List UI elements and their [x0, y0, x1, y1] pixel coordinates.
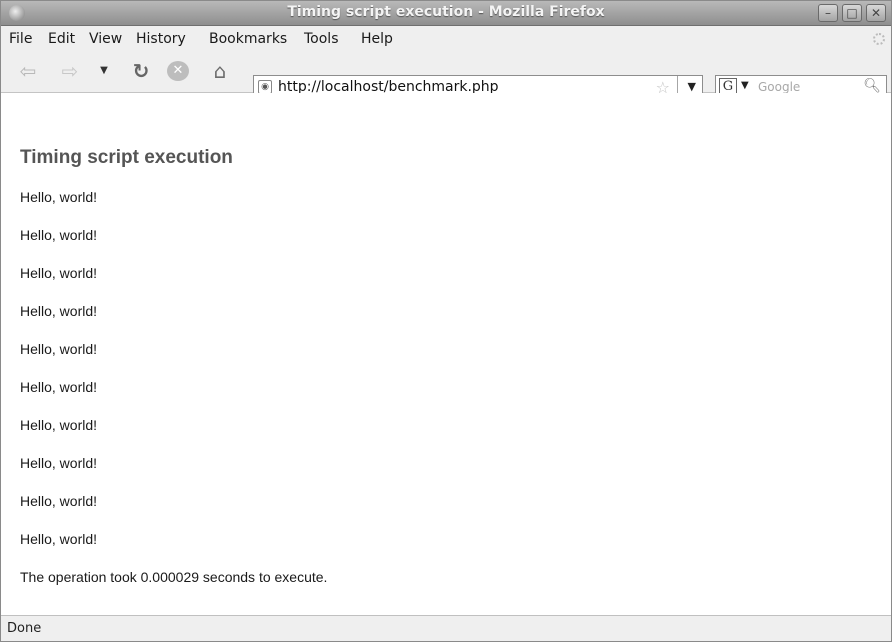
back-button[interactable]: ⇦: [15, 60, 41, 82]
hello-line: Hello, world!: [20, 341, 98, 357]
history-dropdown-button[interactable]: ▼: [97, 60, 111, 82]
hello-line: Hello, world!: [20, 531, 98, 547]
hello-line: Hello, world!: [20, 379, 98, 395]
status-text: Done: [7, 621, 42, 636]
status-bar: Done: [1, 615, 891, 641]
back-arrow-icon: ⇦: [19, 59, 37, 83]
stop-button[interactable]: ✕: [167, 61, 189, 81]
hello-line: Hello, world!: [20, 189, 98, 205]
home-button[interactable]: ⌂: [207, 60, 233, 82]
page-heading: Timing script execution: [20, 147, 233, 168]
menu-view[interactable]: View: [89, 31, 122, 47]
forward-arrow-icon: ⇨: [61, 59, 79, 83]
menu-tools[interactable]: Tools: [304, 31, 339, 47]
timing-result: The operation took 0.000029 seconds to e…: [20, 569, 328, 585]
hello-line: Hello, world!: [20, 265, 98, 281]
reload-button[interactable]: ↻: [129, 60, 153, 82]
engine-dropdown-icon[interactable]: ▼: [741, 80, 749, 91]
menu-help[interactable]: Help: [361, 31, 393, 47]
minimize-button[interactable]: –: [818, 4, 838, 22]
title-bar: Timing script execution - Mozilla Firefo…: [1, 1, 891, 26]
close-button[interactable]: ✕: [866, 4, 886, 22]
menu-file[interactable]: File: [9, 31, 32, 47]
hello-line: Hello, world!: [20, 227, 98, 243]
url-history-dropdown-icon[interactable]: ▼: [688, 80, 696, 93]
site-identity-icon[interactable]: ◉: [258, 80, 272, 94]
magnifier-icon[interactable]: 🔍︎: [863, 78, 881, 94]
reload-icon: ↻: [132, 59, 150, 83]
activity-throbber-icon: [873, 33, 885, 45]
hello-line: Hello, world!: [20, 417, 98, 433]
maximize-button[interactable]: □: [842, 4, 862, 22]
menu-edit[interactable]: Edit: [48, 31, 75, 47]
hello-line: Hello, world!: [20, 303, 98, 319]
hello-line: Hello, world!: [20, 455, 98, 471]
browser-window: Timing script execution - Mozilla Firefo…: [0, 0, 892, 642]
menu-bookmarks[interactable]: Bookmarks: [209, 31, 287, 47]
menu-bar: File Edit View History Bookmarks Tools H…: [1, 26, 891, 52]
window-title: Timing script execution - Mozilla Firefo…: [287, 4, 605, 20]
forward-button[interactable]: ⇨: [57, 60, 83, 82]
hello-line: Hello, world!: [20, 493, 98, 509]
home-icon: ⌂: [213, 59, 227, 83]
stop-icon: ✕: [172, 63, 184, 78]
page-content: Timing script execution Hello, world! He…: [1, 93, 891, 615]
chevron-down-icon: ▼: [100, 65, 108, 76]
menu-history[interactable]: History: [136, 31, 186, 47]
